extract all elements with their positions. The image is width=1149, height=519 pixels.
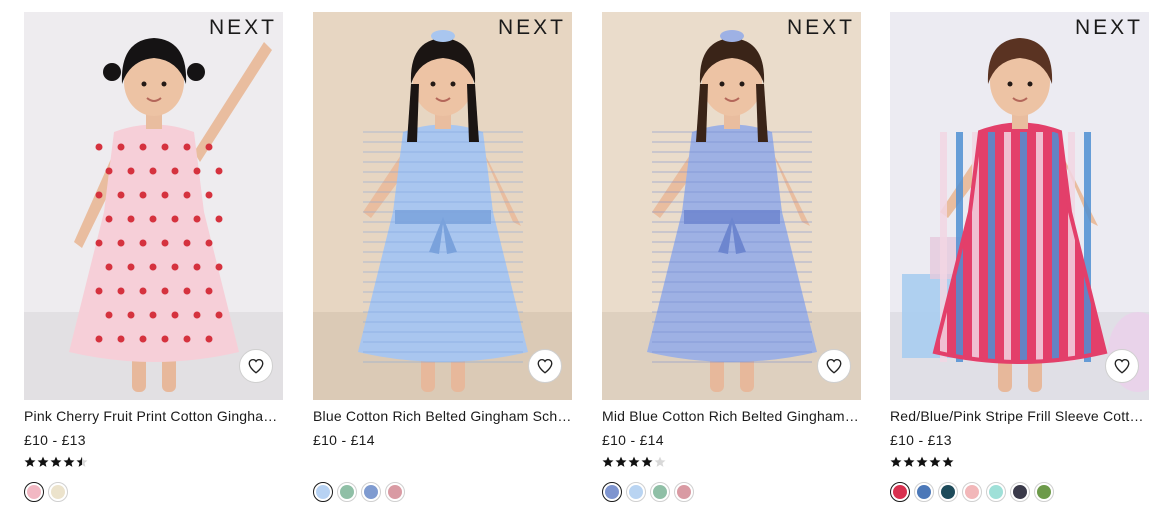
product-price: £10 - £13 (24, 432, 86, 448)
colour-swatch[interactable] (650, 482, 670, 502)
brand-logo: NEXT (1074, 16, 1143, 39)
star-icon (942, 456, 954, 468)
favourite-button[interactable] (817, 349, 851, 383)
product-grid: NEXT Pink Cherry Fruit Print Cotton Gingh… (24, 12, 1149, 519)
colour-swatches (602, 482, 694, 502)
product-title[interactable]: Blue Cotton Rich Belted Gingham School D… (313, 408, 572, 424)
colour-swatch[interactable] (938, 482, 958, 502)
product-card[interactable]: NEXT Mid Blue Cotton Rich Belted Gingham … (602, 12, 861, 519)
heart-icon (826, 358, 842, 374)
heart-icon (248, 358, 264, 374)
product-card[interactable]: NEXT Red/Blue/Pink Stripe Frill Sleeve Co… (890, 12, 1149, 519)
star-rating (602, 456, 666, 470)
star-icon (641, 456, 653, 468)
star-icon (63, 456, 75, 468)
colour-swatch[interactable] (385, 482, 405, 502)
product-image[interactable]: NEXT (890, 12, 1149, 400)
star-icon (37, 456, 49, 468)
product-title[interactable]: Pink Cherry Fruit Print Cotton Gingham D… (24, 408, 283, 424)
colour-swatch[interactable] (626, 482, 646, 502)
colour-swatch[interactable] (337, 482, 357, 502)
product-photo[interactable] (24, 12, 283, 400)
star-rating (890, 456, 954, 470)
product-card[interactable]: NEXT Pink Cherry Fruit Print Cotton Gingh… (24, 12, 283, 519)
colour-swatch[interactable] (962, 482, 982, 502)
favourite-button[interactable] (528, 349, 562, 383)
product-photo[interactable] (313, 12, 572, 400)
product-price: £10 - £14 (602, 432, 664, 448)
star-icon (929, 456, 941, 468)
colour-swatch[interactable] (1010, 482, 1030, 502)
star-icon (903, 456, 915, 468)
colour-swatch[interactable] (986, 482, 1006, 502)
favourite-button[interactable] (239, 349, 273, 383)
star-icon (50, 456, 62, 468)
product-title[interactable]: Mid Blue Cotton Rich Belted Gingham Scho… (602, 408, 861, 424)
star-icon (890, 456, 902, 468)
colour-swatches (313, 482, 405, 502)
colour-swatch[interactable] (602, 482, 622, 502)
star-icon (602, 456, 614, 468)
product-image[interactable]: NEXT (602, 12, 861, 400)
favourite-button[interactable] (1105, 349, 1139, 383)
brand-logo: NEXT (786, 16, 855, 39)
star-icon (628, 456, 640, 468)
colour-swatch[interactable] (361, 482, 381, 502)
product-image[interactable]: NEXT (313, 12, 572, 400)
colour-swatch[interactable] (674, 482, 694, 502)
heart-icon (537, 358, 553, 374)
colour-swatch[interactable] (24, 482, 44, 502)
product-photo[interactable] (890, 12, 1149, 400)
brand-logo: NEXT (208, 16, 277, 39)
product-image[interactable]: NEXT (24, 12, 283, 400)
colour-swatch[interactable] (313, 482, 333, 502)
colour-swatch[interactable] (914, 482, 934, 502)
star-icon (615, 456, 627, 468)
product-price: £10 - £13 (890, 432, 952, 448)
colour-swatches (24, 482, 68, 502)
colour-swatch[interactable] (1034, 482, 1054, 502)
star-icon (24, 456, 36, 468)
brand-logo: NEXT (497, 16, 566, 39)
product-title[interactable]: Red/Blue/Pink Stripe Frill Sleeve Cotton… (890, 408, 1149, 424)
star-icon (654, 456, 666, 468)
star-icon (76, 456, 88, 468)
product-photo[interactable] (602, 12, 861, 400)
product-price: £10 - £14 (313, 432, 375, 448)
colour-swatches (890, 482, 1054, 502)
product-card[interactable]: NEXT Blue Cotton Rich Belted Gingham Scho… (313, 12, 572, 519)
heart-icon (1114, 358, 1130, 374)
star-rating (24, 456, 88, 470)
star-icon (916, 456, 928, 468)
colour-swatch[interactable] (48, 482, 68, 502)
colour-swatch[interactable] (890, 482, 910, 502)
